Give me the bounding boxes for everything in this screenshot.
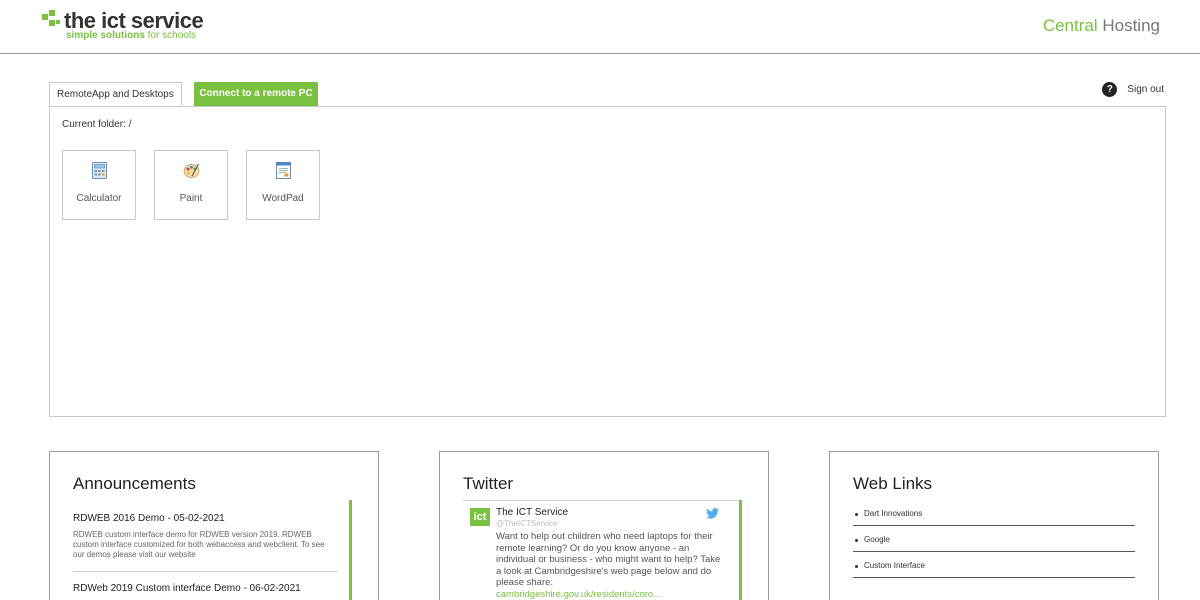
paint-icon [183,163,200,178]
sign-out-link[interactable]: ? Sign out [1102,82,1164,97]
logo-squares-icon [42,10,62,30]
web-link-divider [853,577,1135,578]
announcement-item-title[interactable]: RDWeb 2019 Custom interface Demo - 06-02… [73,583,301,594]
app-label: Calculator [76,193,122,204]
sign-out-label[interactable]: Sign out [1127,84,1164,95]
twitter-handle[interactable]: @TheICTService [496,519,557,528]
app-tile-calculator[interactable]: Calculator [62,150,136,220]
app-tile-wordpad[interactable]: WordPad [246,150,320,220]
brand-rest-text: Hosting [1097,16,1160,35]
calculator-icon [92,162,107,179]
announcement-divider [73,571,338,572]
logo-tagline: simple solutions for schools [66,30,197,41]
twitter-scrollbar[interactable] [739,500,742,600]
twitter-divider [463,500,739,501]
web-links-widget: Web Links Dart Innovations Google Custom… [829,451,1159,600]
web-links-title: Web Links [853,474,933,493]
site-header: the ict service simple solutions for sch… [0,0,1200,54]
bullet-icon [855,539,858,542]
announcements-title: Announcements [73,474,196,493]
tweet-link[interactable]: cambridgeshire.gov.uk/residents/coro… [496,589,663,600]
remoteapp-panel: Current folder: / Calculator Paint WordP… [49,106,1166,417]
twitter-bird-icon[interactable] [706,508,719,519]
current-folder-label: Current folder: / [62,119,132,130]
bullet-icon [855,513,858,516]
app-label: Paint [179,193,203,204]
twitter-account-name[interactable]: The ICT Service [496,507,568,518]
wordpad-icon [276,162,291,179]
announcement-item-title[interactable]: RDWEB 2016 Demo - 05-02-2021 [73,513,225,524]
bullet-icon [855,565,858,568]
app-label: WordPad [262,193,304,204]
app-tile-paint[interactable]: Paint [154,150,228,220]
tab-remoteapp-desktops[interactable]: RemoteApp and Desktops [49,82,182,106]
tab-connect-remote-pc[interactable]: Connect to a remote PC [194,82,318,106]
web-link-divider [853,525,1135,526]
announcement-item-body: RDWEB custom interface demo for RDWEB ve… [73,530,325,559]
announcements-widget: Announcements RDWEB 2016 Demo - 05-02-20… [49,451,379,600]
twitter-title: Twitter [463,474,514,493]
tweet-text: Want to help out children who need lapto… [496,531,721,600]
central-hosting-brand: Central Hosting [1043,16,1160,36]
brand-accent-text: Central [1042,16,1098,35]
twitter-widget: Twitter ict The ICT Service @TheICTServi… [439,451,769,600]
announcements-scrollbar[interactable] [349,500,352,600]
help-icon[interactable]: ? [1102,82,1118,97]
web-link-divider [853,551,1135,552]
twitter-avatar[interactable]: ict [470,508,490,526]
